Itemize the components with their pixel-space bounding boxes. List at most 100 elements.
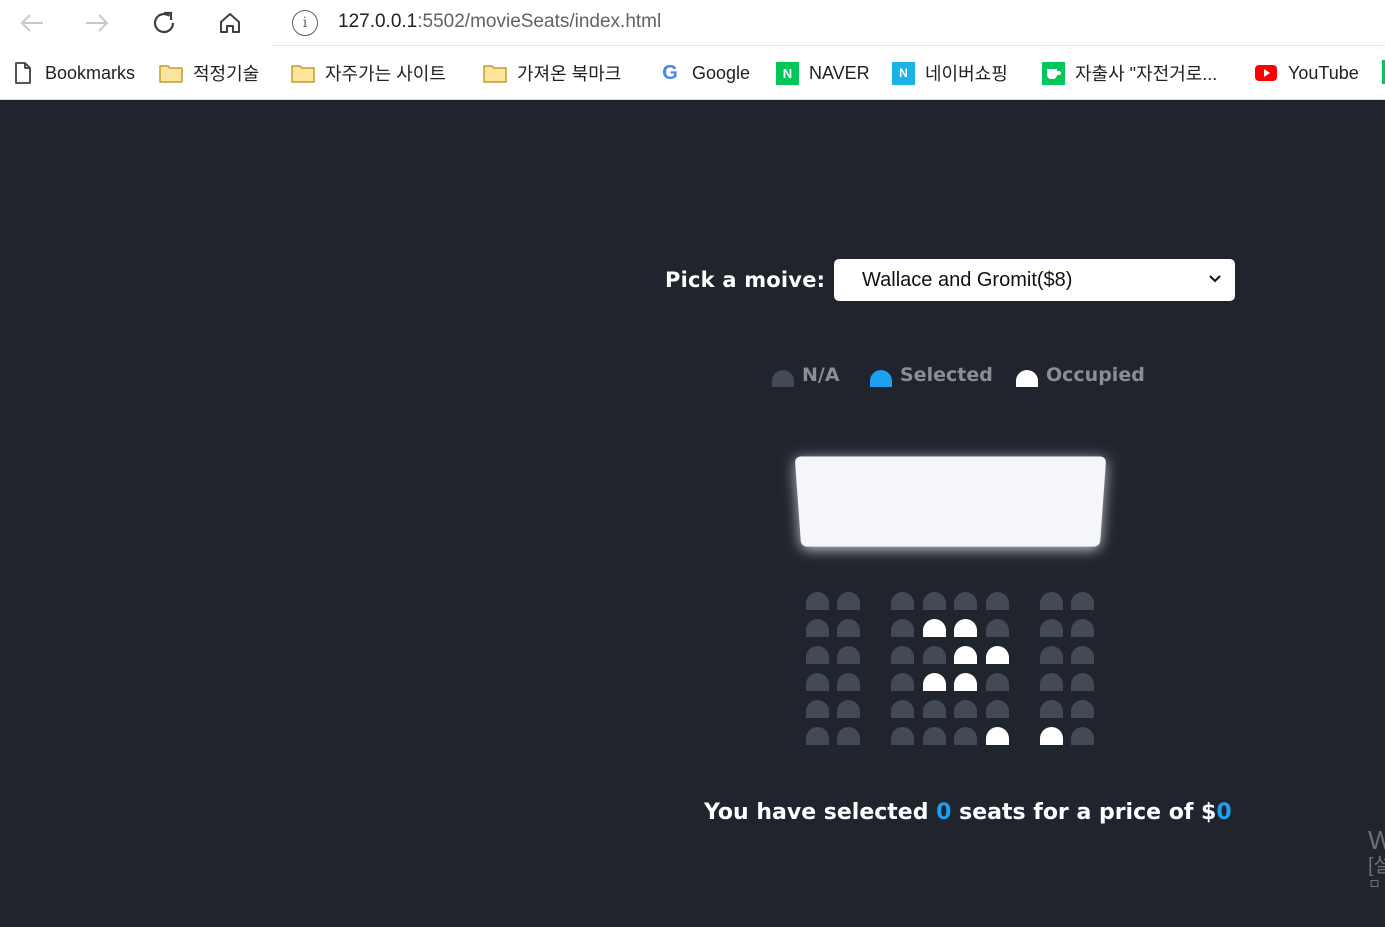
forward-button[interactable] xyxy=(80,6,114,40)
seat-na[interactable] xyxy=(954,592,977,610)
bookmark-cafe[interactable]: 자출사 "자전거로... xyxy=(1042,59,1217,87)
seat-na[interactable] xyxy=(986,592,1009,610)
chevron-down-icon xyxy=(1209,275,1221,283)
seat-na[interactable] xyxy=(806,619,829,637)
seat-na[interactable] xyxy=(1040,673,1063,691)
seat-na[interactable] xyxy=(891,592,914,610)
watermark-line-1: W xyxy=(1368,825,1385,855)
summary-middle: seats for a price of $ xyxy=(951,800,1217,825)
seat-na[interactable] xyxy=(954,727,977,745)
home-icon xyxy=(220,13,240,33)
page-icon xyxy=(11,62,35,84)
seat-occupied xyxy=(954,646,977,664)
seat-na[interactable] xyxy=(1071,592,1094,610)
bookmark-label: 자주가는 사이트 xyxy=(325,64,446,84)
seat-na[interactable] xyxy=(891,727,914,745)
seat-na[interactable] xyxy=(1040,619,1063,637)
seat-na[interactable] xyxy=(923,592,946,610)
bookmark-label: Google xyxy=(692,62,751,83)
seat-occupied xyxy=(923,619,946,637)
legend-label-selected: Selected xyxy=(900,364,993,386)
seat-na[interactable] xyxy=(954,700,977,718)
seat-na[interactable] xyxy=(923,727,946,745)
naver-shopping-icon: N xyxy=(892,61,915,85)
seat-na[interactable] xyxy=(891,619,914,637)
seat-na[interactable] xyxy=(891,700,914,718)
watermark-line-2: [설 xyxy=(1368,854,1385,877)
total-price: 0 xyxy=(1216,800,1232,825)
seat-na[interactable] xyxy=(1040,592,1063,610)
seat-na[interactable] xyxy=(1071,619,1094,637)
bookmark-youtube[interactable]: YouTube xyxy=(1254,59,1359,87)
seat-na[interactable] xyxy=(1071,673,1094,691)
seat-na[interactable] xyxy=(986,673,1009,691)
seat-na[interactable] xyxy=(806,700,829,718)
seat-occupied xyxy=(986,727,1009,745)
seat-na[interactable] xyxy=(837,700,860,718)
bookmark-google[interactable]: G Google xyxy=(658,59,750,87)
back-arrow-icon xyxy=(20,14,43,32)
seat-na[interactable] xyxy=(923,646,946,664)
google-icon: G xyxy=(662,61,678,84)
seat-na[interactable] xyxy=(1071,727,1094,745)
selection-summary: You have selected 0 seats for a price of… xyxy=(704,800,1232,825)
seat-na[interactable] xyxy=(1071,700,1094,718)
seat-occupied xyxy=(986,646,1009,664)
bookmark-naver-shopping[interactable]: N 네이버쇼핑 xyxy=(892,59,1008,87)
bookmark-bookmarks[interactable]: Bookmarks xyxy=(11,59,135,87)
seat-na[interactable] xyxy=(837,592,860,610)
seat-na[interactable] xyxy=(837,727,860,745)
os-watermark: W [설 ㅁ xyxy=(1368,826,1385,892)
bookmark-label: 가져온 북마크 xyxy=(517,64,622,84)
seat-occupied xyxy=(954,673,977,691)
forward-arrow-icon xyxy=(86,14,109,32)
seat-na[interactable] xyxy=(891,673,914,691)
seat-na[interactable] xyxy=(806,727,829,745)
selected-count: 0 xyxy=(936,800,952,825)
bookmark-label: Bookmarks xyxy=(45,62,136,83)
seat-na[interactable] xyxy=(806,646,829,664)
seat-na[interactable] xyxy=(986,700,1009,718)
seat-occupied xyxy=(1040,727,1063,745)
legend-seat-na xyxy=(772,369,794,387)
reload-button[interactable] xyxy=(147,6,181,40)
summary-prefix: You have selected xyxy=(704,800,937,825)
address-bar[interactable]: i 127.0.0.1:5502/movieSeats/index.html xyxy=(272,0,1385,46)
site-info-icon[interactable]: i xyxy=(292,10,318,36)
seat-na[interactable] xyxy=(837,646,860,664)
seat-na[interactable] xyxy=(1040,700,1063,718)
seat-na[interactable] xyxy=(1071,646,1094,664)
seat-na[interactable] xyxy=(891,646,914,664)
youtube-icon xyxy=(1254,62,1278,84)
bookmark-label: 자출사 "자전거로... xyxy=(1075,64,1218,84)
legend-na: N/A xyxy=(772,360,840,390)
seat-na[interactable] xyxy=(806,592,829,610)
bookmark-folder-frequent-sites[interactable]: 자주가는 사이트 xyxy=(291,59,446,87)
seat-na[interactable] xyxy=(837,619,860,637)
bookmark-naver[interactable]: N NAVER xyxy=(776,59,870,87)
legend-label-na: N/A xyxy=(802,364,840,386)
seat-na[interactable] xyxy=(837,673,860,691)
seat-na[interactable] xyxy=(923,700,946,718)
bookmark-folder-imported[interactable]: 가져온 북마크 xyxy=(483,59,621,87)
legend-label-occupied: Occupied xyxy=(1046,364,1145,386)
seat-na[interactable] xyxy=(986,619,1009,637)
url-text: 127.0.0.1:5502/movieSeats/index.html xyxy=(338,11,661,33)
folder-icon xyxy=(291,62,315,84)
legend-seat-selected xyxy=(870,369,892,387)
legend-occupied: Occupied xyxy=(1016,360,1145,390)
legend-seat-occupied xyxy=(1016,369,1038,387)
watermark-line-3: ㅁ xyxy=(1368,875,1381,892)
home-button[interactable] xyxy=(213,6,247,40)
back-button[interactable] xyxy=(15,6,49,40)
bookmark-folder-appropriate-tech[interactable]: 적정기술 xyxy=(159,59,259,87)
legend-selected: Selected xyxy=(870,360,993,390)
movie-container: Pick a moive: Wallace and Gromit($8) xyxy=(665,259,1235,301)
bookmarks-bar: Bookmarks 적정기술 자주가는 사이트 가져온 북마크 G Google… xyxy=(0,46,1385,100)
seat-na[interactable] xyxy=(1040,646,1063,664)
browser-toolbar: i 127.0.0.1:5502/movieSeats/index.html xyxy=(0,0,1385,46)
seat-na[interactable] xyxy=(806,673,829,691)
seat-occupied xyxy=(923,673,946,691)
bookmark-label: 네이버쇼핑 xyxy=(925,64,1008,84)
movie-select[interactable]: Wallace and Gromit($8) xyxy=(834,259,1235,301)
